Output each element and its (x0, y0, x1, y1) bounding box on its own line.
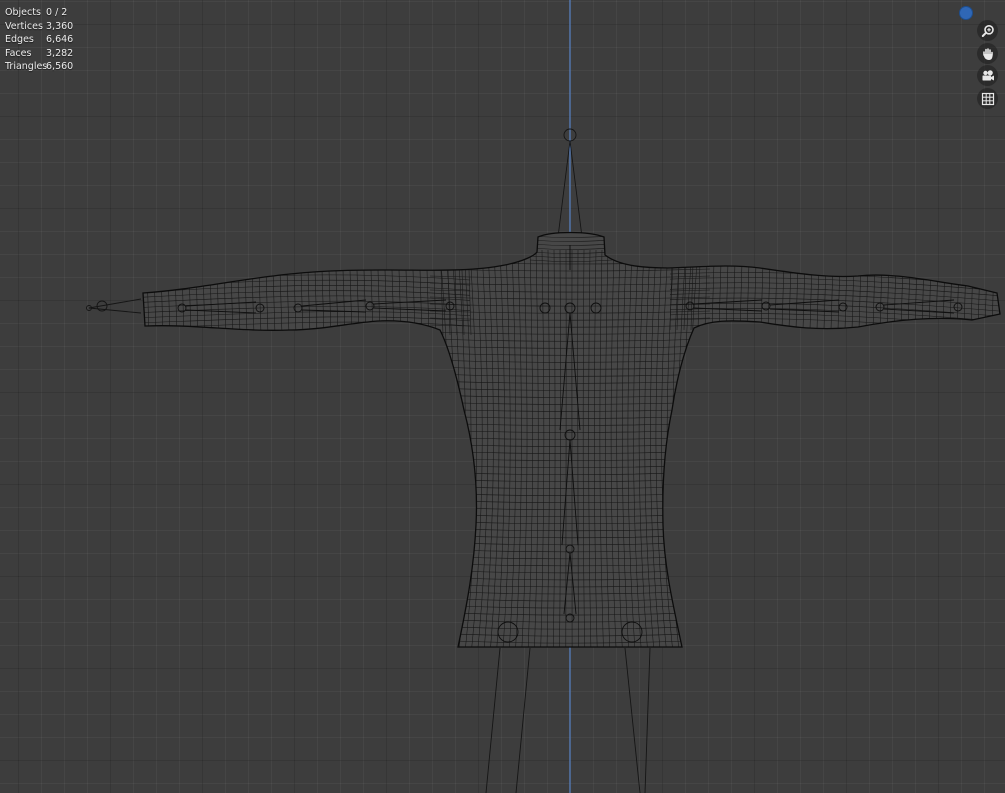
stat-value: 3,360 (46, 20, 74, 32)
orthographic-grid-icon (981, 92, 994, 105)
statistics-overlay: Objects 0 / 2 Vertices 3,360 Edges 6,646… (5, 6, 73, 74)
stat-label: Vertices (5, 20, 43, 32)
stat-label: Faces (5, 47, 32, 59)
zoom-icon (981, 24, 994, 37)
stat-value: 0 / 2 (46, 7, 68, 18)
stat-edges: Edges 6,646 (5, 33, 73, 47)
stat-value: 6,560 (46, 61, 74, 73)
stat-triangles: Triangles 6,560 (5, 60, 73, 74)
stat-vertices: Vertices 3,360 (5, 20, 73, 34)
stat-objects: Objects 0 / 2 (5, 6, 73, 20)
stat-value: 6,646 (46, 34, 74, 46)
camera-view-button[interactable] (977, 65, 998, 86)
camera-view-icon (982, 69, 994, 80)
navigation-gizmo-z-axis[interactable] (960, 7, 972, 19)
zoom-button[interactable] (977, 20, 998, 41)
stat-label: Triangles (5, 61, 48, 73)
stat-label: Edges (5, 34, 34, 46)
stat-label: Objects (5, 7, 41, 18)
shirt-mesh[interactable] (140, 231, 1005, 651)
pan-button[interactable] (977, 43, 998, 64)
scene-canvas[interactable] (0, 0, 1005, 793)
3d-viewport[interactable]: Objects 0 / 2 Vertices 3,360 Edges 6,646… (0, 0, 1005, 793)
pan-hand-icon (982, 47, 993, 60)
stat-faces: Faces 3,282 (5, 47, 73, 61)
orthographic-toggle-button[interactable] (977, 88, 998, 109)
stat-value: 3,282 (46, 47, 74, 59)
